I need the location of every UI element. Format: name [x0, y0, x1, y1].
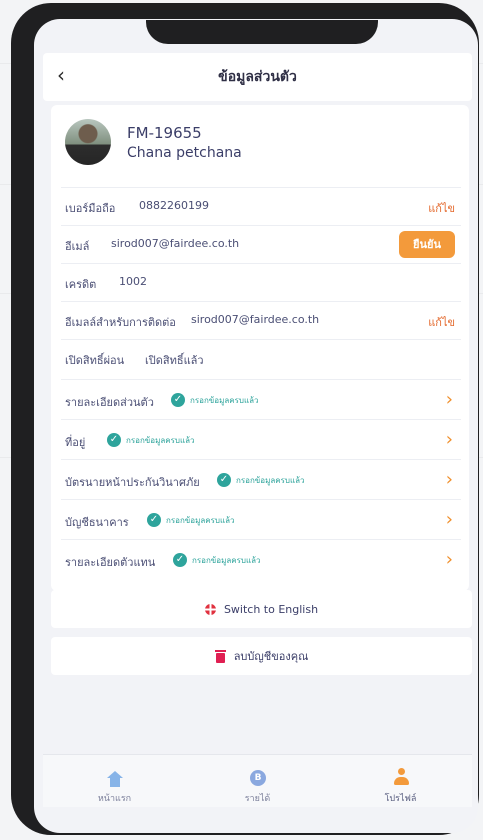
section-bank-account[interactable]: บัญชีธนาคาร ✓ กรอกข้อมูลครบแล้ว ›	[61, 499, 461, 539]
tab-label: รายได้	[244, 794, 271, 804]
status-badge: ✓ กรอกข้อมูลครบแล้ว	[217, 473, 305, 487]
tab-income[interactable]: B รายได้	[186, 755, 329, 807]
phone-label: เบอร์มือถือ	[65, 202, 116, 215]
profile-code: FM-19655	[127, 124, 202, 142]
avatar	[65, 119, 111, 165]
tab-profile[interactable]: โปรไฟล์	[329, 755, 472, 807]
chevron-right-icon: ›	[445, 549, 453, 570]
phone-value: 0882260199	[139, 199, 209, 212]
phone-notch	[146, 20, 378, 44]
app-screen: ‹ ข้อมูลส่วนตัว FM-19655 Chana petchana …	[34, 19, 478, 833]
credit-value: 1002	[119, 275, 147, 288]
section-address[interactable]: ที่อยู่ ✓ กรอกข้อมูลครบแล้ว ›	[61, 419, 461, 459]
check-icon: ✓	[147, 513, 161, 527]
email-value: sirod007@fairdee.co.th	[111, 237, 240, 250]
status-badge: ✓ กรอกข้อมูลครบแล้ว	[173, 553, 261, 567]
profile-name: Chana petchana	[127, 145, 242, 161]
status-badge: ✓ กรอกข้อมูลครบแล้ว	[147, 513, 235, 527]
section-broker-card[interactable]: บัตรนายหน้าประกันวินาศภัย ✓ กรอกข้อมูลคร…	[61, 459, 461, 499]
switch-language-button[interactable]: Switch to English	[51, 590, 472, 628]
page-title: ข้อมูลส่วนตัว	[218, 69, 297, 85]
uk-flag-icon	[204, 603, 216, 615]
check-icon: ✓	[217, 473, 231, 487]
credit-row: เครดิต 1002	[61, 263, 461, 301]
section-label: รายละเอียดส่วนตัว	[65, 396, 154, 409]
email-row: อีเมล์ sirod007@fairdee.co.th ยืนยัน	[61, 225, 461, 263]
installment-value: เปิดสิทธิ์แล้ว	[145, 354, 204, 367]
status-text: กรอกข้อมูลครบแล้ว	[236, 475, 305, 485]
top-header: ‹ ข้อมูลส่วนตัว	[43, 53, 472, 101]
trash-icon	[214, 649, 226, 663]
section-label: รายละเอียดตัวแทน	[65, 556, 156, 569]
check-icon: ✓	[107, 433, 121, 447]
status-text: กรอกข้อมูลครบแล้ว	[126, 435, 195, 445]
phone-row: เบอร์มือถือ 0882260199 แก้ไข	[61, 187, 461, 225]
section-label: บัญชีธนาคาร	[65, 516, 129, 529]
delete-account-button[interactable]: ลบบัญชีของคุณ	[51, 637, 472, 675]
phone-frame: ‹ ข้อมูลส่วนตัว FM-19655 Chana petchana …	[11, 3, 479, 835]
edit-contact-email-button[interactable]: แก้ไข	[428, 313, 455, 331]
contact-email-row: อีเมลล์สำหรับการติดต่อ sirod007@fairdee.…	[61, 301, 461, 339]
installment-label: เปิดสิทธิ์ผ่อน	[65, 354, 125, 367]
section-label: ที่อยู่	[65, 436, 86, 449]
section-label: บัตรนายหน้าประกันวินาศภัย	[65, 476, 200, 489]
check-icon: ✓	[171, 393, 185, 407]
status-badge: ✓ กรอกข้อมูลครบแล้ว	[107, 433, 195, 447]
confirm-email-button[interactable]: ยืนยัน	[399, 231, 455, 258]
person-icon	[393, 768, 409, 786]
edit-phone-button[interactable]: แก้ไข	[428, 199, 455, 217]
contact-email-label: อีเมลล์สำหรับการติดต่อ	[65, 316, 176, 329]
installment-row: เปิดสิทธิ์ผ่อน เปิดสิทธิ์แล้ว	[61, 339, 461, 377]
coin-icon: B	[250, 770, 266, 786]
email-label: อีเมล์	[65, 240, 90, 253]
check-icon: ✓	[173, 553, 187, 567]
chevron-right-icon: ›	[445, 389, 453, 410]
tab-label: หน้าแรก	[97, 794, 132, 804]
status-text: กรอกข้อมูลครบแล้ว	[190, 395, 259, 405]
chevron-right-icon: ›	[445, 429, 453, 450]
section-agent-details[interactable]: รายละเอียดตัวแทน ✓ กรอกข้อมูลครบแล้ว ›	[61, 539, 461, 579]
chevron-right-icon: ›	[445, 469, 453, 490]
contact-email-value: sirod007@fairdee.co.th	[191, 313, 320, 326]
tab-home[interactable]: หน้าแรก	[43, 755, 186, 807]
switch-language-label: Switch to English	[223, 602, 319, 616]
home-icon	[106, 771, 124, 789]
status-text: กรอกข้อมูลครบแล้ว	[166, 515, 235, 525]
chevron-right-icon: ›	[445, 509, 453, 530]
tab-label: โปรไฟล์	[384, 794, 417, 804]
delete-account-label: ลบบัญชีของคุณ	[233, 650, 309, 663]
profile-card: FM-19655 Chana petchana เบอร์มือถือ 0882…	[51, 105, 469, 591]
status-text: กรอกข้อมูลครบแล้ว	[192, 555, 261, 565]
credit-label: เครดิต	[65, 278, 97, 291]
bottom-tab-bar: หน้าแรก B รายได้ โปรไฟล์	[43, 754, 472, 807]
section-personal-details[interactable]: รายละเอียดส่วนตัว ✓ กรอกข้อมูลครบแล้ว ›	[61, 379, 461, 419]
status-badge: ✓ กรอกข้อมูลครบแล้ว	[171, 393, 259, 407]
